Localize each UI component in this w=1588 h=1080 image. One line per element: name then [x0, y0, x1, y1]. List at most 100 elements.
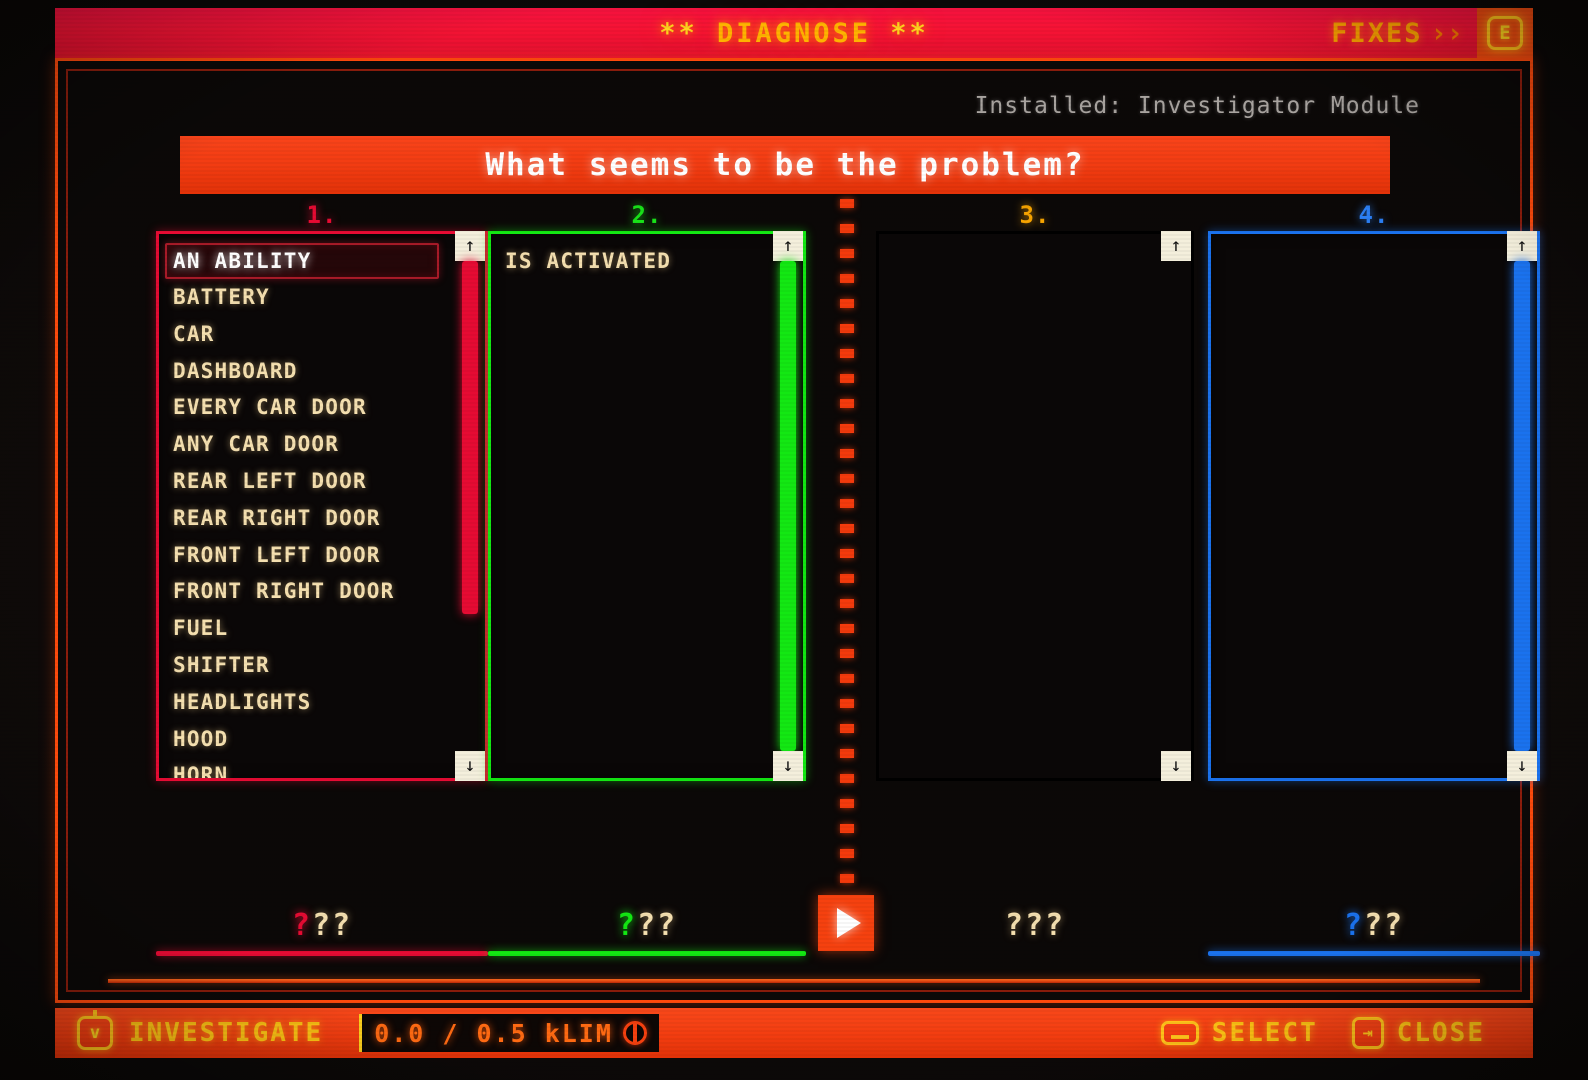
scrollbar-track[interactable] [773, 261, 803, 751]
lim-meter-icon [622, 1021, 647, 1045]
column-4-listbox[interactable] [1208, 231, 1540, 781]
columns-container: 1. AN ABILITY BATTERY CAR DASHBOARD EVERY CAR… [68, 201, 1540, 901]
page-title: ** DIAGNOSE ** [659, 18, 929, 49]
answer-slot-4-underline [1208, 951, 1540, 956]
column-4-scrollbar[interactable]: ↑ ↓ [1507, 231, 1537, 781]
installed-module-label: Installed: Investigator Module [974, 93, 1420, 119]
fixes-key-button[interactable]: E [1477, 8, 1533, 58]
select-action[interactable]: SELECT [1160, 1018, 1318, 1048]
question-text: What seems to be the problem? [485, 147, 1085, 183]
divider-dot [840, 699, 854, 708]
select-label: SELECT [1211, 1018, 1318, 1048]
divider-dot [840, 674, 854, 683]
lim-readout-text: 0.0 / 0.5 kLIM [374, 1018, 613, 1048]
scrollbar-thumb[interactable] [780, 261, 796, 751]
list-item[interactable]: FRONT LEFT DOOR [173, 537, 485, 574]
bottom-divider [108, 979, 1480, 983]
answer-slot-3-text: ??? [1004, 908, 1066, 943]
divider-dot [840, 574, 854, 583]
list-item[interactable]: SHIFTER [173, 647, 485, 684]
answer-slot-3[interactable]: ??? [876, 901, 1194, 956]
status-bar: v INVESTIGATE 0.0 / 0.5 kLIM SELECT ⇥ CL… [55, 1008, 1533, 1058]
answer-slot-4[interactable]: ??? [1208, 901, 1540, 956]
question-banner: What seems to be the problem? [180, 136, 1390, 194]
scrollbar-track[interactable] [455, 261, 485, 751]
divider-dot [840, 399, 854, 408]
divider-dot [840, 424, 854, 433]
tab-key-icon: ⇥ [1351, 1017, 1384, 1049]
divider-dot [840, 799, 854, 808]
list-item[interactable]: CAR [173, 316, 485, 353]
investigate-label: INVESTIGATE [129, 1018, 324, 1048]
scroll-down-icon[interactable]: ↓ [1507, 751, 1537, 781]
column-3-scrollbar[interactable]: ↑ ↓ [1161, 231, 1191, 781]
scroll-down-icon[interactable]: ↓ [773, 751, 803, 781]
scrollbar-track[interactable] [1507, 261, 1537, 751]
title-star-right: ** [890, 17, 929, 49]
list-item[interactable]: BATTERY [173, 279, 485, 316]
main-panel: Installed: Investigator Module What seem… [55, 58, 1540, 1003]
divider-dot [840, 524, 854, 533]
list-item[interactable]: REAR LEFT DOOR [173, 463, 485, 500]
scroll-down-icon[interactable]: ↓ [1161, 751, 1191, 781]
divider-dot [840, 324, 854, 333]
list-item-selected[interactable]: AN ABILITY [165, 243, 439, 279]
divider-dot [840, 849, 854, 858]
list-item[interactable]: DASHBOARD [173, 353, 485, 390]
answer-slot-4-text: ??? [1343, 908, 1405, 943]
list-item[interactable]: IS ACTIVATED [505, 243, 803, 280]
scroll-up-icon[interactable]: ↑ [1507, 231, 1537, 261]
divider-dot [840, 299, 854, 308]
list-item[interactable]: FRONT RIGHT DOOR [173, 573, 485, 610]
divider-dot [840, 474, 854, 483]
scroll-up-icon[interactable]: ↑ [773, 231, 803, 261]
column-3-header: 3. [1019, 201, 1051, 229]
fixes-nav[interactable]: FIXES ›› E [1331, 8, 1533, 58]
scrollbar-track[interactable] [1161, 261, 1191, 751]
divider-dot [840, 599, 854, 608]
divider-dot [840, 249, 854, 258]
spacebar-icon [1160, 1021, 1199, 1045]
column-1-listbox[interactable]: AN ABILITY BATTERY CAR DASHBOARD EVERY CAR D… [156, 231, 488, 781]
close-action[interactable]: ⇥ CLOSE [1351, 1017, 1485, 1049]
column-1-scrollbar[interactable]: ↑ ↓ [455, 231, 485, 781]
divider-dot [840, 824, 854, 833]
list-item[interactable]: EVERY CAR DOOR [173, 389, 485, 426]
title-star-left: ** [659, 17, 698, 49]
close-label: CLOSE [1396, 1018, 1485, 1048]
list-item[interactable]: ANY CAR DOOR [173, 426, 485, 463]
list-item[interactable]: HOOD [173, 721, 485, 758]
submit-button[interactable] [818, 895, 874, 951]
divider-dot [840, 374, 854, 383]
scroll-down-icon[interactable]: ↓ [455, 751, 485, 781]
key-badge-v[interactable]: v [77, 1010, 113, 1050]
scroll-up-icon[interactable]: ↑ [1161, 231, 1191, 261]
list-item[interactable]: REAR RIGHT DOOR [173, 500, 485, 537]
divider-dot [840, 224, 854, 233]
column-1-header: 1. [306, 201, 338, 229]
list-item[interactable]: FUEL [173, 610, 485, 647]
scrollbar-thumb[interactable] [1514, 261, 1530, 751]
column-2-listbox[interactable]: IS ACTIVATED [488, 231, 806, 781]
scrollbar-thumb[interactable] [1168, 261, 1184, 751]
status-bar-left: v INVESTIGATE 0.0 / 0.5 kLIM [55, 1010, 659, 1052]
scroll-up-icon[interactable]: ↑ [455, 231, 485, 261]
answer-slot-2-underline [488, 951, 806, 956]
scrollbar-thumb[interactable] [462, 261, 478, 614]
answer-slot-2[interactable]: ??? [488, 901, 806, 956]
list-item[interactable]: HORN [173, 757, 485, 778]
divider-dot [840, 874, 854, 883]
divider-dot [840, 549, 854, 558]
divider-dot [840, 349, 854, 358]
answer-slot-1[interactable]: ??? [156, 901, 488, 956]
column-2-header: 2. [631, 201, 663, 229]
list-item[interactable]: HEADLIGHTS [173, 684, 485, 721]
column-3-listbox[interactable] [876, 231, 1194, 781]
answer-slots-container: ???????????? [68, 901, 1540, 971]
play-triangle-icon [837, 908, 861, 938]
column-2-scrollbar[interactable]: ↑ ↓ [773, 231, 803, 781]
chevron-right-icon: ›› [1430, 17, 1463, 49]
divider-dot [840, 624, 854, 633]
column-4-header: 4. [1358, 201, 1390, 229]
key-badge-e: E [1487, 16, 1523, 50]
